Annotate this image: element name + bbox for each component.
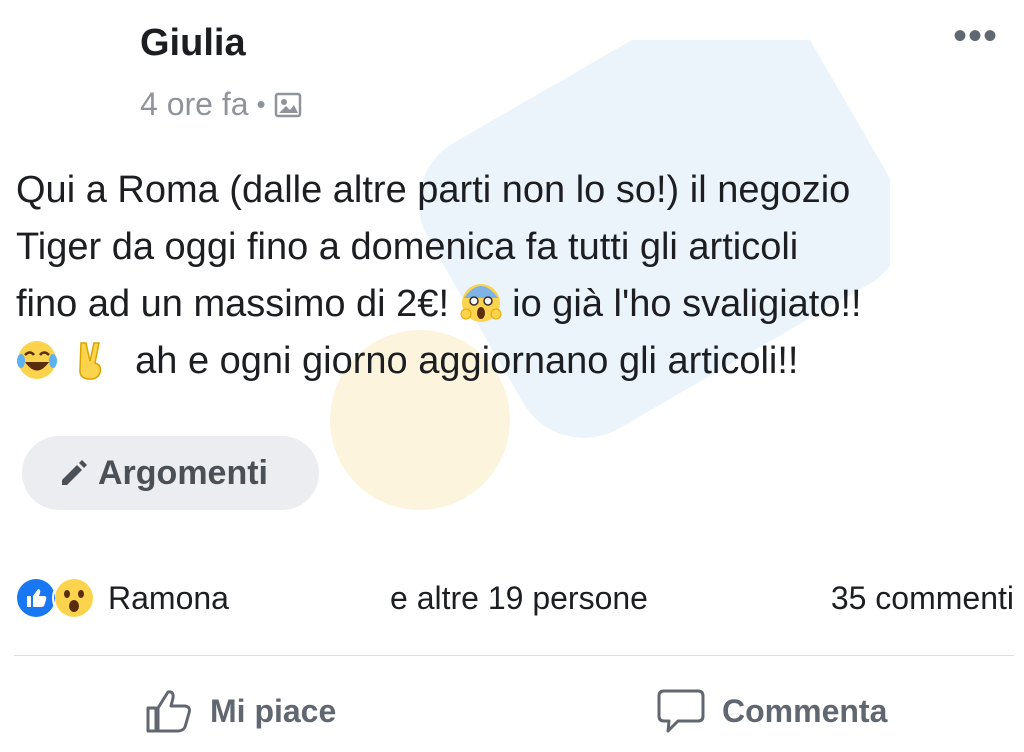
reaction-user-name[interactable]: Ramona — [108, 580, 229, 617]
thumbs-up-icon — [146, 690, 191, 733]
victory-hand-emoji-icon — [78, 342, 101, 380]
comments-count[interactable]: 35 commenti — [831, 580, 1014, 617]
like-button-label: Mi piace — [210, 692, 337, 729]
post-line: Tiger da oggi fino a domenica fa tutti g… — [16, 226, 799, 268]
post-time[interactable]: 4 ore fa — [140, 86, 249, 123]
post-line-part: io già l'ho svaligiato!! — [512, 283, 862, 325]
meta-separator: • — [256, 89, 266, 119]
topics-button[interactable]: Argomenti — [22, 436, 319, 510]
photo-icon — [274, 92, 301, 117]
post-line: Qui a Roma (dalle altre parti non lo so!… — [16, 169, 851, 211]
wow-icon — [52, 576, 96, 620]
post-body: Qui a Roma (dalle altre parti non lo so!… — [16, 162, 1016, 390]
comment-bubble-icon — [657, 689, 705, 733]
scream-emoji-icon — [460, 284, 502, 322]
tears-of-joy-emoji-icon — [17, 341, 57, 379]
post-line: ah e ogni giorno aggiornano gli articoli… — [16, 333, 1016, 390]
post-line-part: fino ad un massimo di 2€! — [16, 283, 450, 325]
topics-button-label: Argomenti — [98, 453, 268, 492]
post-line: fino ad un massimo di 2€! io già l'ho sv… — [16, 276, 1016, 333]
actions-divider — [14, 655, 1014, 656]
more-options-button[interactable]: ••• — [953, 16, 998, 56]
author-name[interactable]: Giulia — [140, 22, 246, 65]
comment-button[interactable]: Commenta — [656, 686, 887, 736]
post-line-part: ah e ogni giorno aggiornano gli articoli… — [135, 340, 799, 382]
like-button[interactable]: Mi piace — [144, 686, 336, 736]
pencil-icon — [62, 460, 87, 485]
reaction-icons[interactable] — [14, 576, 96, 620]
reaction-others-count[interactable]: e altre 19 persone — [390, 580, 648, 617]
post-meta: 4 ore fa • — [140, 86, 302, 123]
comment-button-label: Commenta — [722, 692, 888, 729]
